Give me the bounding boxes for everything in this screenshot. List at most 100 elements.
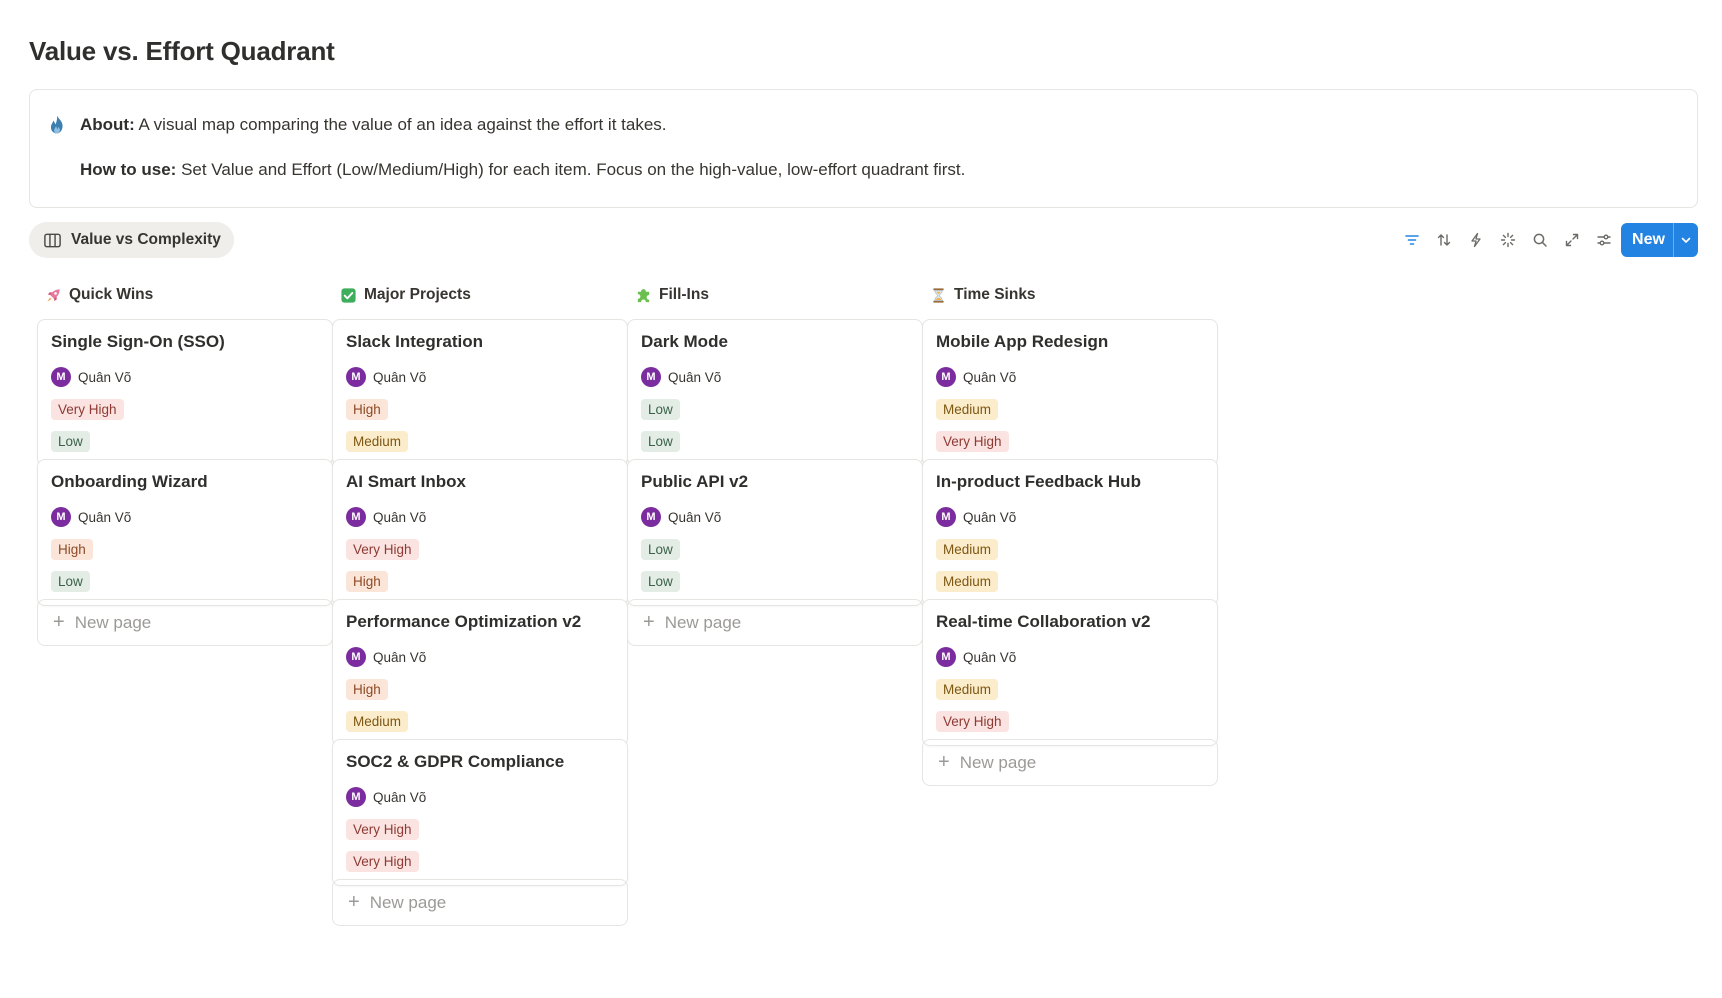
value-tag: Very High	[51, 399, 124, 420]
value-tag: Very High	[346, 819, 419, 840]
filter-icon[interactable]	[1396, 223, 1428, 257]
card-ai-smart-inbox[interactable]: AI Smart Inbox M Quân Võ Very High High	[332, 459, 628, 606]
effort-tag: Medium	[346, 431, 409, 452]
new-button-label: New	[1632, 231, 1665, 248]
column-header[interactable]: Major Projects	[332, 282, 628, 308]
person-name: Quân Võ	[668, 369, 722, 385]
effort-tag: Low	[641, 431, 680, 452]
effort-tag: Very High	[346, 851, 419, 872]
card-title: Single Sign-On (SSO)	[51, 332, 225, 351]
new-page-button[interactable]: + New page	[332, 879, 628, 926]
effort-tag: Low	[641, 571, 680, 592]
avatar: M	[346, 787, 366, 807]
effort-tag: Very High	[936, 711, 1009, 732]
avatar: M	[936, 647, 956, 667]
effort-tag: Medium	[936, 571, 999, 592]
column-time-sinks: Time Sinks Mobile App Redesign M Quân Võ Med…	[922, 282, 1218, 786]
value-tag: High	[346, 679, 388, 700]
card-person: M Quân Võ	[936, 647, 1016, 667]
plus-icon: +	[348, 891, 360, 913]
card-dark-mode[interactable]: Dark Mode M Quân Võ Low Low	[627, 319, 923, 466]
avatar: M	[51, 367, 71, 387]
new-page-button[interactable]: + New page	[627, 599, 923, 646]
person-name: Quân Võ	[963, 509, 1017, 525]
card-title: Mobile App Redesign	[936, 332, 1109, 351]
card-single-sign-on-sso[interactable]: Single Sign-On (SSO) M Quân Võ Very High Low	[37, 319, 333, 466]
howto-text: Set Value and Effort (Low/Medium/High) f…	[176, 160, 966, 179]
column-fill-ins: Fill-Ins Dark Mode M Quân Võ Low Low Public AP…	[627, 282, 923, 646]
card-person: M Quân Võ	[346, 507, 426, 527]
card-person: M Quân Võ	[346, 787, 426, 807]
plus-icon: +	[53, 611, 65, 633]
value-tag: Very High	[346, 539, 419, 560]
board-view-icon	[44, 233, 61, 247]
column-header[interactable]: Quick Wins	[37, 282, 333, 308]
plus-icon: +	[643, 611, 655, 633]
about-line: About: A visual map comparing the value …	[80, 115, 667, 135]
new-page-label: New page	[959, 752, 1037, 772]
card-person: M Quân Võ	[51, 507, 131, 527]
card-title: In-product Feedback Hub	[936, 472, 1141, 491]
effort-tag: Low	[51, 571, 90, 592]
sort-icon[interactable]	[1428, 223, 1460, 257]
avatar: M	[641, 367, 661, 387]
view-tab-label: Value vs Complexity	[71, 231, 221, 248]
card-title: Dark Mode	[641, 332, 728, 351]
lightning-icon[interactable]	[1460, 223, 1492, 257]
value-tag: Low	[641, 399, 680, 420]
new-button[interactable]: New	[1621, 223, 1698, 257]
person-name: Quân Võ	[963, 369, 1017, 385]
avatar: M	[51, 507, 71, 527]
column-header[interactable]: Time Sinks	[922, 282, 1218, 308]
avatar: M	[936, 367, 956, 387]
card-person: M Quân Võ	[641, 507, 721, 527]
column-name: Time Sinks	[954, 286, 1036, 303]
avatar: M	[641, 507, 661, 527]
effort-tag: Low	[51, 431, 90, 452]
expand-icon[interactable]	[1556, 223, 1588, 257]
person-name: Quân Võ	[373, 509, 427, 525]
value-tag: Medium	[936, 399, 999, 420]
value-tag: High	[51, 539, 93, 560]
card-public-api-v2[interactable]: Public API v2 M Quân Võ Low Low	[627, 459, 923, 606]
column-header[interactable]: Fill-Ins	[627, 282, 923, 308]
card-title: Public API v2	[641, 472, 749, 491]
column-name: Major Projects	[364, 286, 471, 303]
person-name: Quân Võ	[668, 509, 722, 525]
card-slack-integration[interactable]: Slack Integration M Quân Võ High Medium	[332, 319, 628, 466]
card-real-time-collaboration-v2[interactable]: Real-time Collaboration v2 M Quân Võ Medium…	[922, 599, 1218, 746]
card-performance-optimization-v2[interactable]: Performance Optimization v2 M Quân Võ High M…	[332, 599, 628, 746]
card-title: Slack Integration	[346, 332, 483, 351]
avatar: M	[936, 507, 956, 527]
card-mobile-app-redesign[interactable]: Mobile App Redesign M Quân Võ Medium Very Hi…	[922, 319, 1218, 466]
new-page-button[interactable]: + New page	[922, 739, 1218, 786]
about-callout: About: A visual map comparing the value …	[29, 89, 1698, 208]
card-onboarding-wizard[interactable]: Onboarding Wizard M Quân Võ High Low	[37, 459, 333, 606]
card-soc2-gdpr-compliance[interactable]: SOC2 & GDPR Compliance M Quân Võ Very High V…	[332, 739, 628, 886]
value-tag: Low	[641, 539, 680, 560]
check-mark-icon	[339, 286, 357, 304]
search-icon[interactable]	[1524, 223, 1556, 257]
about-text: A visual map comparing the value of an i…	[134, 115, 667, 134]
new-page-button[interactable]: + New page	[37, 599, 333, 646]
avatar: M	[346, 367, 366, 387]
column-name: Fill-Ins	[659, 286, 709, 303]
column-name: Quick Wins	[69, 286, 154, 303]
sparkle-icon[interactable]	[1492, 223, 1524, 257]
column-quick-wins: Quick Wins Single Sign-On (SSO) M Quân Võ Ve…	[37, 282, 333, 646]
settings-sliders-icon[interactable]	[1588, 223, 1620, 257]
view-tab-value-vs-complexity[interactable]: Value vs Complexity	[29, 222, 234, 258]
person-name: Quân Võ	[963, 649, 1017, 665]
page-title: Value vs. Effort Quadrant	[29, 36, 335, 66]
card-in-product-feedback-hub[interactable]: In-product Feedback Hub M Quân Võ Medium Med…	[922, 459, 1218, 606]
plus-icon: +	[938, 751, 950, 773]
view-toolbar	[1396, 223, 1620, 257]
card-person: M Quân Võ	[346, 647, 426, 667]
card-person: M Quân Võ	[51, 367, 131, 387]
person-name: Quân Võ	[78, 369, 132, 385]
howto-label: How to use:	[80, 160, 177, 179]
chevron-down-icon[interactable]	[1674, 234, 1698, 246]
new-page-label: New page	[369, 892, 447, 912]
new-page-label: New page	[74, 612, 152, 632]
value-tag: High	[346, 399, 388, 420]
